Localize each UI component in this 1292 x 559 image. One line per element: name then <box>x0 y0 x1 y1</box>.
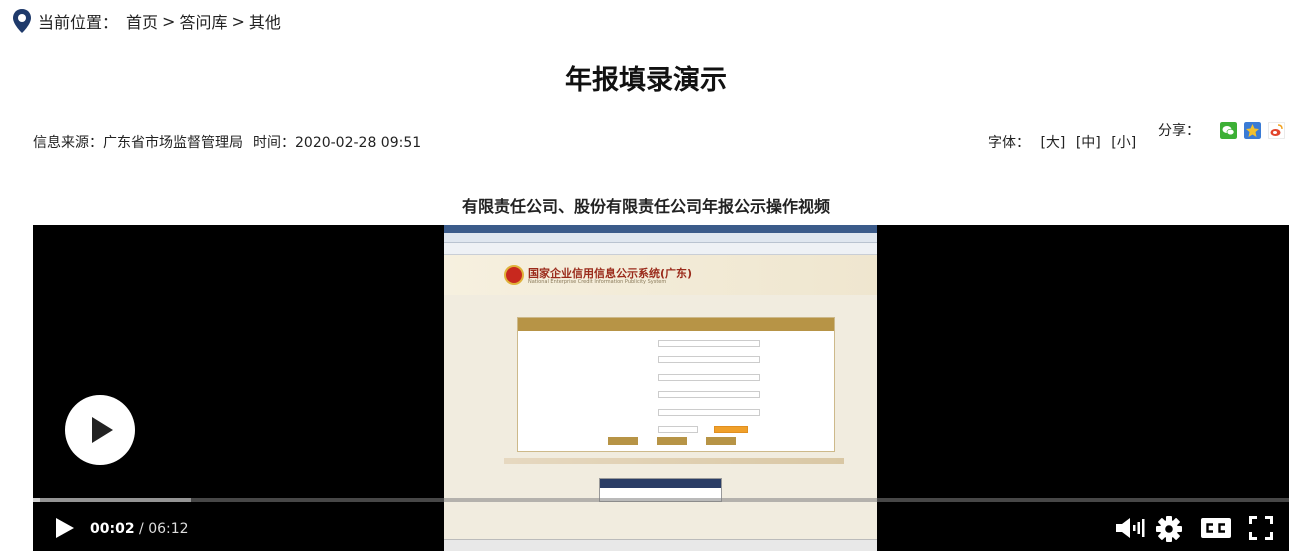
time-label: 时间： <box>253 135 295 151</box>
breadcrumb-separator: > <box>162 11 176 31</box>
played-bar <box>33 498 40 502</box>
page-title: 年报填录演示 <box>565 65 727 96</box>
national-emblem-icon <box>504 265 524 285</box>
control-bar: 00:02 / 06:12 <box>33 505 1289 551</box>
big-play-button[interactable] <box>65 395 135 465</box>
video-title: 有限责任公司、股份有限责任公司年报公示操作视频 <box>461 197 830 216</box>
breadcrumb-home-link[interactable]: 首页 <box>126 9 158 33</box>
breadcrumb-qa-link[interactable]: 答问库 <box>179 9 227 33</box>
progress-bar[interactable] <box>33 498 1289 502</box>
location-pin-icon <box>13 9 31 33</box>
breadcrumb-other-link[interactable]: 其他 <box>249 9 281 33</box>
breadcrumb: 当前位置： 首页 > 答问库 > 其他 <box>12 8 281 34</box>
time-value: 2020-02-28 09:51 <box>295 135 422 151</box>
closed-captions-icon[interactable] <box>1200 517 1232 539</box>
login-panel <box>517 317 835 452</box>
font-size-medium[interactable]: [中] <box>1076 135 1101 151</box>
video-frame: 国家企业信用信息公示系统(广东) National Enterprise Cre… <box>444 225 877 551</box>
play-icon[interactable] <box>55 517 75 539</box>
duration: 06:12 <box>148 521 189 537</box>
play-icon <box>92 417 113 443</box>
share-bar: 分享： <box>1158 120 1285 140</box>
article-meta: 信息来源：广东省市场监督管理局 时间：2020-02-28 09:51 <box>33 132 421 152</box>
breadcrumb-separator: > <box>231 11 245 31</box>
fullscreen-icon[interactable] <box>1249 516 1273 540</box>
breadcrumb-label: 当前位置： <box>38 13 119 32</box>
wechat-icon[interactable] <box>1220 121 1237 139</box>
site-header: 国家企业信用信息公示系统(广东) National Enterprise Cre… <box>444 255 877 295</box>
qzone-icon[interactable] <box>1244 121 1261 139</box>
current-time: 00:02 <box>90 521 135 537</box>
font-size-small[interactable]: [小] <box>1111 135 1136 151</box>
source-value: 广东省市场监督管理局 <box>103 135 243 151</box>
font-size-selector: 字体： [大] [中] [小] <box>988 132 1136 152</box>
video-player[interactable]: 国家企业信用信息公示系统(广东) National Enterprise Cre… <box>33 225 1289 551</box>
time-separator: / <box>139 521 144 537</box>
time-display: 00:02 / 06:12 <box>90 521 189 537</box>
settings-gear-icon[interactable] <box>1155 515 1183 543</box>
share-label: 分享： <box>1158 123 1200 139</box>
source-label: 信息来源： <box>33 135 103 151</box>
weibo-icon[interactable] <box>1268 121 1285 139</box>
volume-icon[interactable] <box>1115 517 1145 539</box>
site-subtitle: National Enterprise Credit Information P… <box>528 279 667 285</box>
font-size-large[interactable]: [大] <box>1040 135 1065 151</box>
font-size-label: 字体： <box>988 135 1030 151</box>
buffered-bar <box>33 498 192 502</box>
